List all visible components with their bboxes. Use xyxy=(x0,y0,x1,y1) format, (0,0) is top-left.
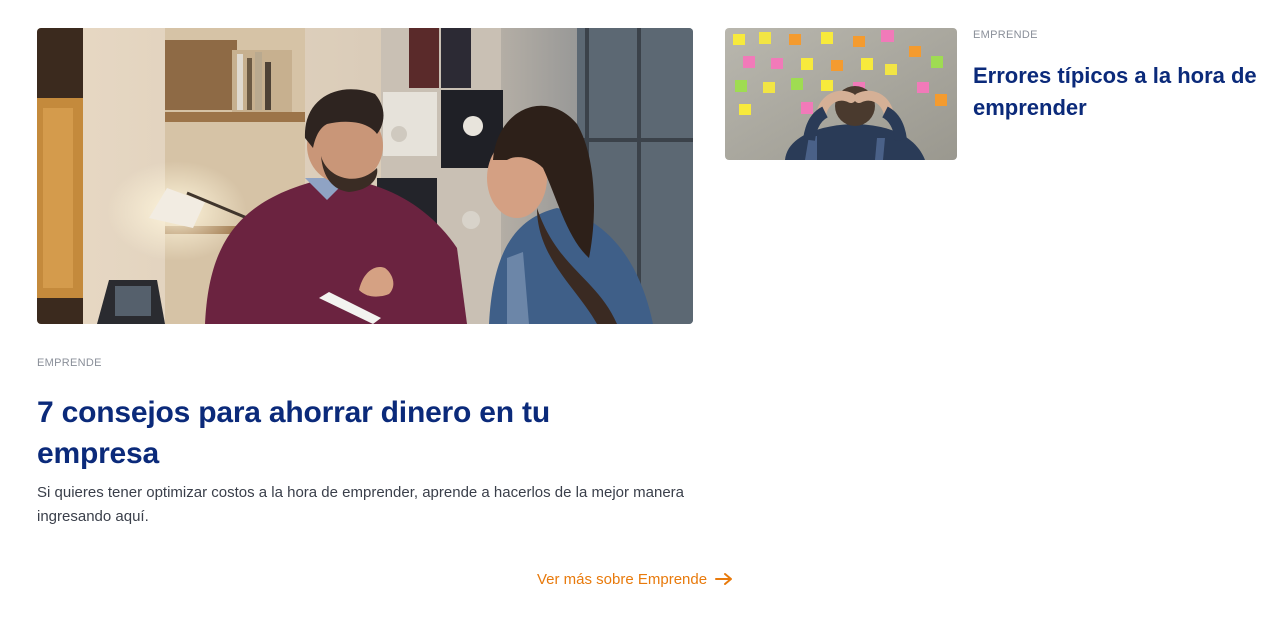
featured-article-title[interactable]: 7 consejos para ahorrar dinero en tu emp… xyxy=(37,392,677,474)
side-article-image[interactable] xyxy=(725,28,957,160)
arrow-right-icon xyxy=(715,572,733,586)
featured-article-image[interactable] xyxy=(37,28,693,324)
featured-article-description: Si quieres tener optimizar costos a la h… xyxy=(37,484,685,525)
see-more-label: Ver más sobre Emprende xyxy=(537,570,708,588)
office-conversation-photo xyxy=(37,28,693,324)
side-article-title[interactable]: Errores típicos a la hora de emprender xyxy=(973,60,1263,124)
featured-article-category: EMPRENDE xyxy=(37,357,102,369)
sticky-notes-wall-photo xyxy=(725,28,957,160)
side-article-category: EMPRENDE xyxy=(973,29,1038,41)
see-more-emprende-link[interactable]: Ver más sobre Emprende xyxy=(537,568,733,590)
